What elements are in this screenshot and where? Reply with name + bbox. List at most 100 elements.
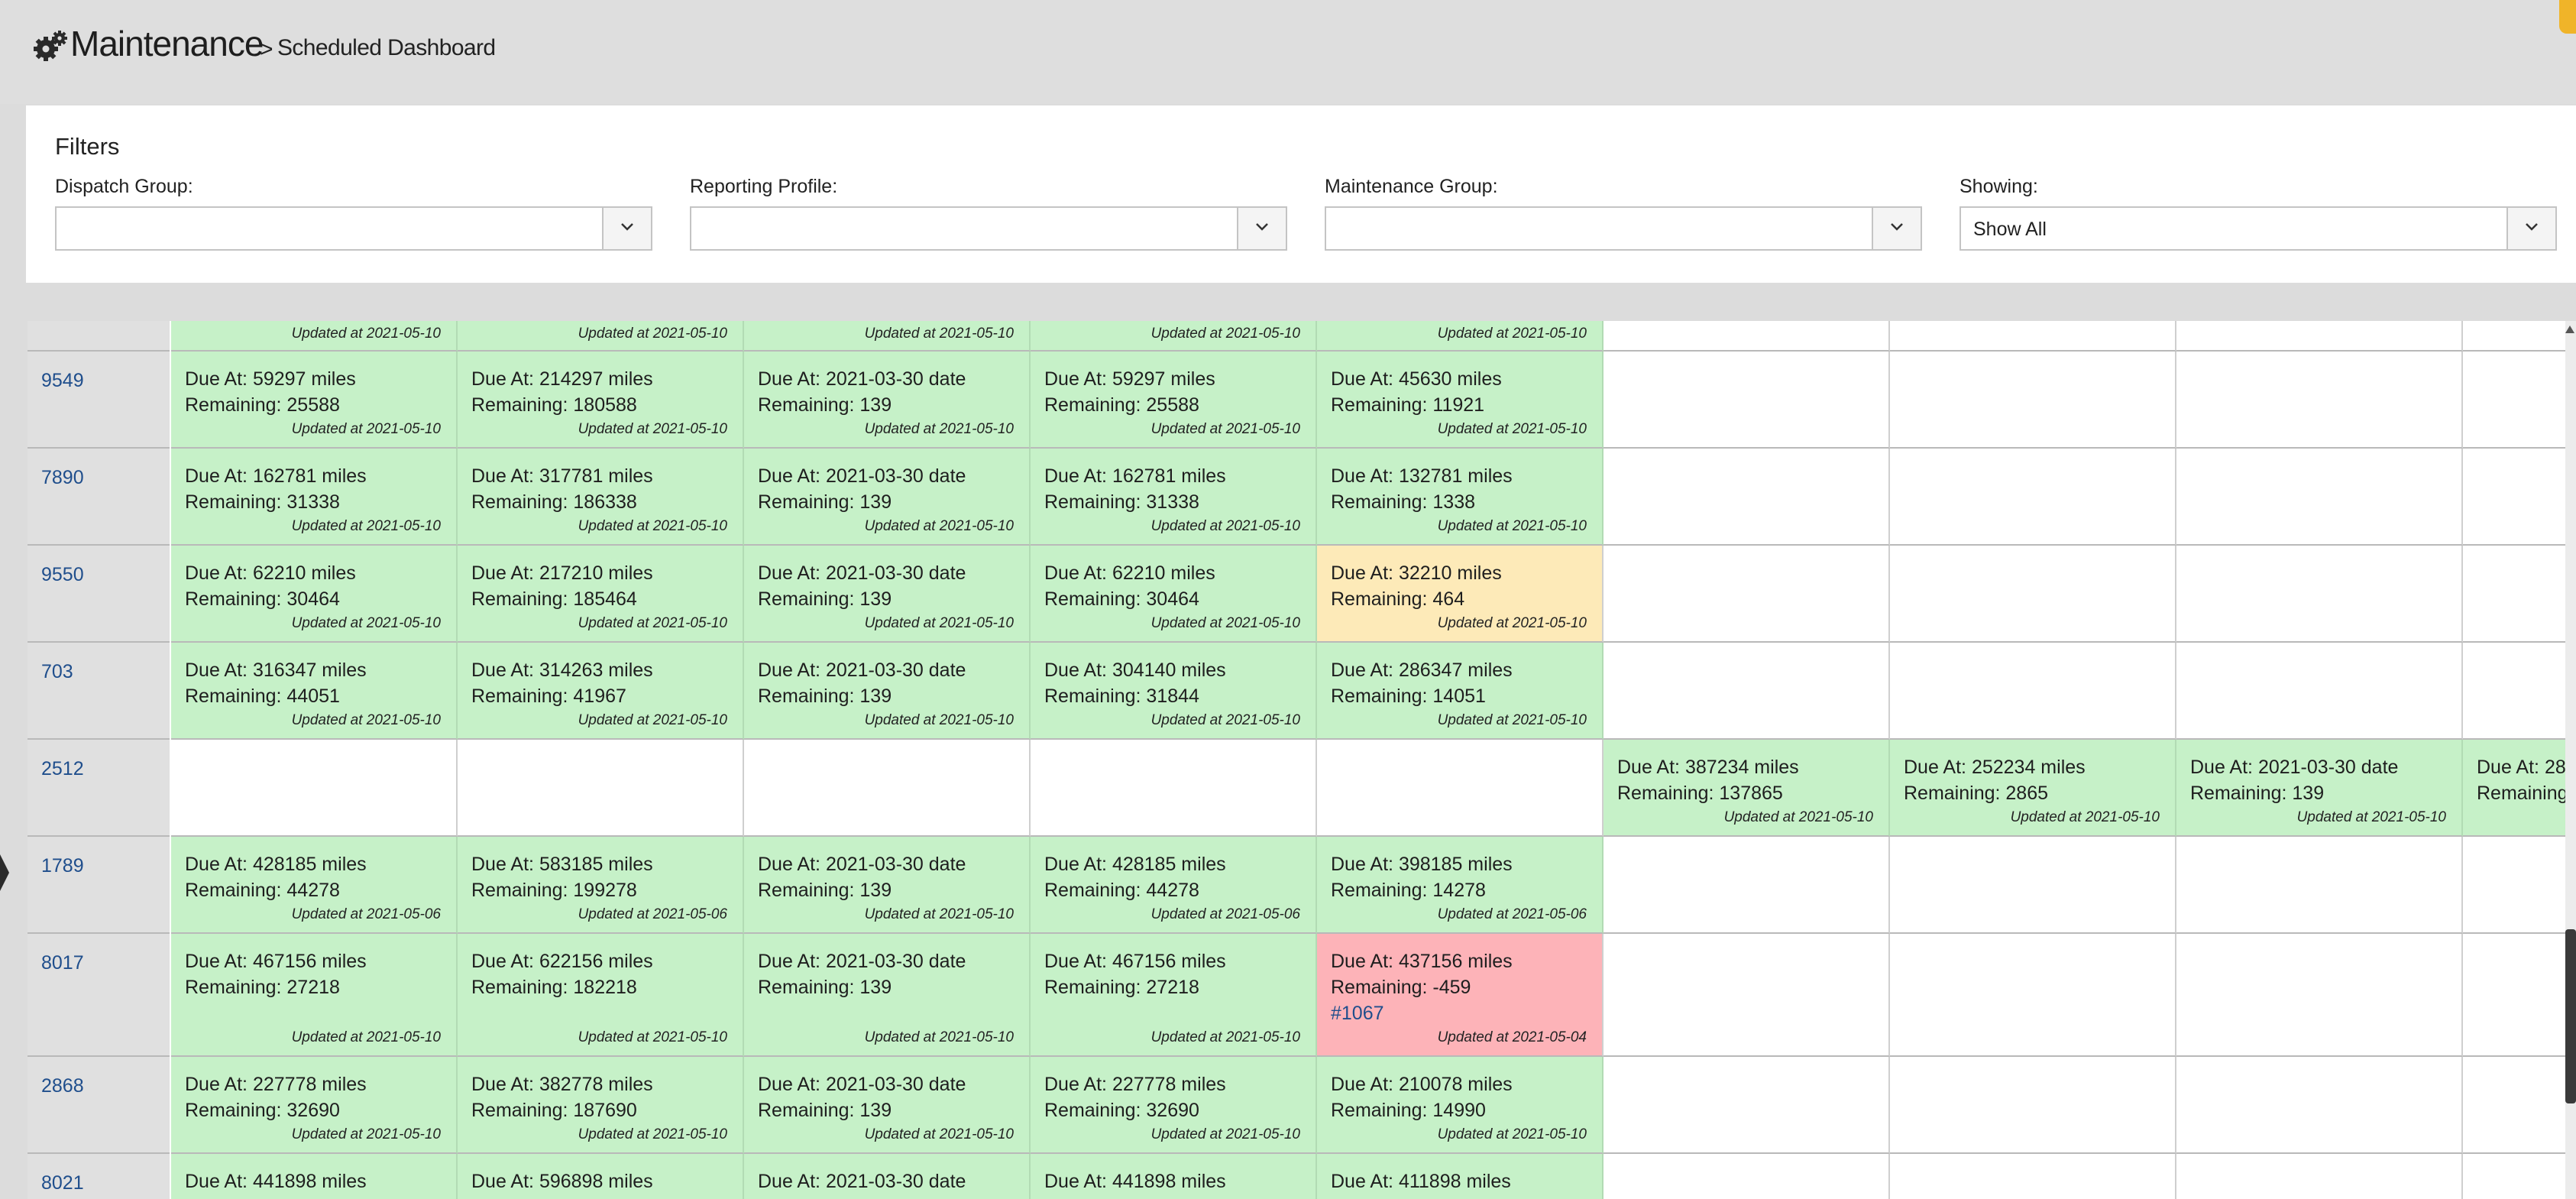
schedule-cell-ok[interactable]: Due At: 441898 miles (1031, 1154, 1317, 1199)
remaining-text: Remaining: 1338 (1331, 491, 1476, 513)
empty-schedule-cell (171, 740, 458, 837)
showing-select[interactable]: Show All (1960, 206, 2557, 251)
schedule-cell-ok[interactable]: Due At: 132781 miles Remaining: 1338 Updat… (1317, 449, 1604, 546)
schedule-cell-ok[interactable]: Due At: 217210 miles Remaining: 185464 Upd… (458, 546, 744, 643)
unit-link[interactable]: 7890 (41, 467, 84, 489)
empty-schedule-cell (2463, 643, 2576, 740)
empty-schedule-cell (2176, 837, 2463, 934)
remaining-text: Remaining: 182218 (471, 977, 637, 998)
due-at-text: Due At: 2021-03-30 date (758, 951, 966, 972)
unit-link[interactable]: 9550 (41, 564, 84, 586)
schedule-cell-ok[interactable]: Due At: 62210 miles Remaining: 30464 Updat… (171, 546, 458, 643)
schedule-cell-warning[interactable]: Due At: 32210 miles Remaining: 464 Updated… (1317, 546, 1604, 643)
schedule-cell-ok[interactable]: Due At: 441898 miles (171, 1154, 458, 1199)
schedule-cell-ok[interactable]: Due At: 162781 miles Remaining: 31338 Upda… (1031, 449, 1317, 546)
dispatch-group-select[interactable] (55, 206, 652, 251)
empty-schedule-cell (1604, 1154, 1890, 1199)
remaining-text: Remaining: 199278 (471, 880, 637, 901)
remaining-text: Remaining: 186338 (471, 491, 637, 513)
schedule-cell-ok[interactable]: Due At: 2021-03-30 date Remaining: 139 Upd… (744, 837, 1031, 934)
schedule-cell-ok[interactable]: Due At: 467156 miles Remaining: 27218 Upda… (171, 934, 458, 1057)
schedule-cell-ok[interactable]: Due At: 210078 miles Remaining: 14990 Upda… (1317, 1057, 1604, 1154)
unit-link[interactable]: 703 (41, 661, 73, 683)
schedule-cell-ok[interactable]: Due At: 428185 miles Remaining: 44278 Upda… (1031, 837, 1317, 934)
remaining-text: Remaining: 44051 (185, 685, 340, 707)
empty-schedule-cell (458, 740, 744, 837)
empty-schedule-cell (1604, 546, 1890, 643)
unit-cell: 2512 (28, 740, 170, 837)
schedule-cell-ok[interactable]: Due At: 59297 miles Remaining: 25588 Updat… (171, 352, 458, 449)
remaining-text: Remaining: 14051 (1331, 685, 1486, 707)
chevron-down-icon[interactable] (602, 208, 651, 249)
maintenance-group-select[interactable] (1325, 206, 1922, 251)
remaining-text: Remaining: 2865 (1904, 783, 2049, 804)
schedule-cell-ok[interactable]: Due At: 314263 miles Remaining: 41967 Upda… (458, 643, 744, 740)
schedule-cell-ok[interactable]: Due At: 2021-03-30 date Remaining: 139 Upd… (744, 546, 1031, 643)
app-title[interactable]: Maintenance (70, 23, 264, 64)
schedule-cell-ok[interactable]: Due At: 252234 miles Remaining: 2865 Updat… (1890, 740, 2176, 837)
schedule-cell (2463, 321, 2576, 352)
reporting-profile-select[interactable] (690, 206, 1287, 251)
schedule-cell-ok[interactable]: Due At: 596898 miles (458, 1154, 744, 1199)
unit-link[interactable]: 2512 (41, 758, 84, 780)
schedule-cell-ok[interactable]: Due At: 286347 miles Remaining: 14051 Upda… (1317, 643, 1604, 740)
scrollbar-thumb[interactable] (2565, 929, 2576, 1103)
notification-badge[interactable] (2559, 0, 2576, 34)
schedule-cell-ok[interactable]: Due At: 2021-03-30 date Remaining: 139 Upd… (744, 352, 1031, 449)
schedule-cell-ok[interactable]: Due At: 467156 miles Remaining: 27218 Upda… (1031, 934, 1317, 1057)
schedule-cell-ok[interactable]: Due At: 2021-03-30 date Remaining: 139 Upd… (744, 449, 1031, 546)
schedule-cell-ok[interactable]: Due At: 428185 miles Remaining: 44278 Upda… (171, 837, 458, 934)
work-order-link[interactable]: #1067 (1331, 1003, 1384, 1025)
schedule-cell-ok[interactable]: Due At: 398185 miles Remaining: 14278 Upda… (1317, 837, 1604, 934)
schedule-cell-overdue[interactable]: Due At: 437156 miles Remaining: -459 #1067… (1317, 934, 1604, 1057)
unit-cell: 9549 (28, 352, 170, 449)
schedule-cell-ok[interactable]: Due At: 317781 miles Remaining: 186338 Upd… (458, 449, 744, 546)
chevron-down-icon[interactable] (1872, 208, 1921, 249)
schedule-cell-ok[interactable]: Due At: 316347 miles Remaining: 44051 Upda… (171, 643, 458, 740)
unit-link[interactable]: 1789 (41, 855, 84, 877)
schedule-cell-ok[interactable]: Due At: 2021-03-30 date Remaining: 139 Upd… (744, 1057, 1031, 1154)
schedule-cell[interactable]: Updated at 2021-05-10 (171, 321, 458, 352)
schedule-cell-ok[interactable]: Due At: 28 Remaining (2463, 740, 2576, 837)
schedule-cell-ok[interactable]: Due At: 2021-03-30 date Remaining: 139 Upd… (2176, 740, 2463, 837)
updated-date: Updated at 2021-05-10 (1150, 421, 1300, 437)
chevron-down-icon[interactable] (2506, 208, 2555, 249)
empty-schedule-cell (1031, 740, 1317, 837)
unit-link[interactable]: 8017 (41, 952, 84, 974)
schedule-cell-ok[interactable]: Due At: 411898 miles (1317, 1154, 1604, 1199)
maintenance-schedule-grid[interactable]: Updated at 2021-05-10 Updated at 2021-05-… (28, 321, 2576, 1199)
unit-link[interactable]: 9549 (41, 370, 84, 392)
schedule-cell-ok[interactable]: Due At: 62210 miles Remaining: 30464 Updat… (1031, 546, 1317, 643)
schedule-cell-ok[interactable]: Due At: 622156 miles Remaining: 182218 Upd… (458, 934, 744, 1057)
chevron-down-icon[interactable] (1237, 208, 1286, 249)
dispatch-group-label: Dispatch Group: (55, 176, 193, 197)
schedule-cell-ok[interactable]: Due At: 382778 miles Remaining: 187690 Upd… (458, 1057, 744, 1154)
schedule-cell-ok[interactable]: Due At: 2021-03-30 date (744, 1154, 1031, 1199)
schedule-cell-ok[interactable]: Due At: 304140 miles Remaining: 31844 Upda… (1031, 643, 1317, 740)
schedule-cell-ok[interactable]: Due At: 2021-03-30 date Remaining: 139 Upd… (744, 934, 1031, 1057)
schedule-cell-ok[interactable]: Due At: 227778 miles Remaining: 32690 Upda… (171, 1057, 458, 1154)
schedule-cell-ok[interactable]: Due At: 583185 miles Remaining: 199278 Upd… (458, 837, 744, 934)
schedule-cell-ok[interactable]: Due At: 45630 miles Remaining: 11921 Updat… (1317, 352, 1604, 449)
unit-link[interactable]: 8021 (41, 1172, 84, 1194)
schedule-cell-ok[interactable]: Due At: 214297 miles Remaining: 180588 Upd… (458, 352, 744, 449)
schedule-cell[interactable]: Updated at 2021-05-10 (1317, 321, 1604, 352)
schedule-cell-ok[interactable]: Due At: 162781 miles Remaining: 31338 Upda… (171, 449, 458, 546)
schedule-cell-ok[interactable]: Due At: 387234 miles Remaining: 137865 Upd… (1604, 740, 1890, 837)
updated-date: Updated at 2021-05-10 (1150, 615, 1300, 631)
sidebar-toggle-icon[interactable] (0, 854, 9, 891)
empty-schedule-cell (2463, 1057, 2576, 1154)
schedule-cell-ok[interactable]: Due At: 227778 miles Remaining: 32690 Upda… (1031, 1057, 1317, 1154)
scroll-up-icon[interactable] (2565, 326, 2574, 333)
due-at-text: Due At: 227778 miles (185, 1074, 367, 1095)
unit-cell (28, 321, 170, 352)
schedule-cell[interactable]: Updated at 2021-05-10 (744, 321, 1031, 352)
updated-date: Updated at 2021-05-10 (1437, 615, 1587, 631)
breadcrumb-separator: > (260, 37, 273, 62)
updated-date: Updated at 2021-05-04 (1437, 1029, 1587, 1045)
unit-link[interactable]: 2868 (41, 1075, 84, 1097)
schedule-cell[interactable]: Updated at 2021-05-10 (458, 321, 744, 352)
schedule-cell-ok[interactable]: Due At: 2021-03-30 date Remaining: 139 Upd… (744, 643, 1031, 740)
schedule-cell[interactable]: Updated at 2021-05-10 (1031, 321, 1317, 352)
schedule-cell-ok[interactable]: Due At: 59297 miles Remaining: 25588 Updat… (1031, 352, 1317, 449)
